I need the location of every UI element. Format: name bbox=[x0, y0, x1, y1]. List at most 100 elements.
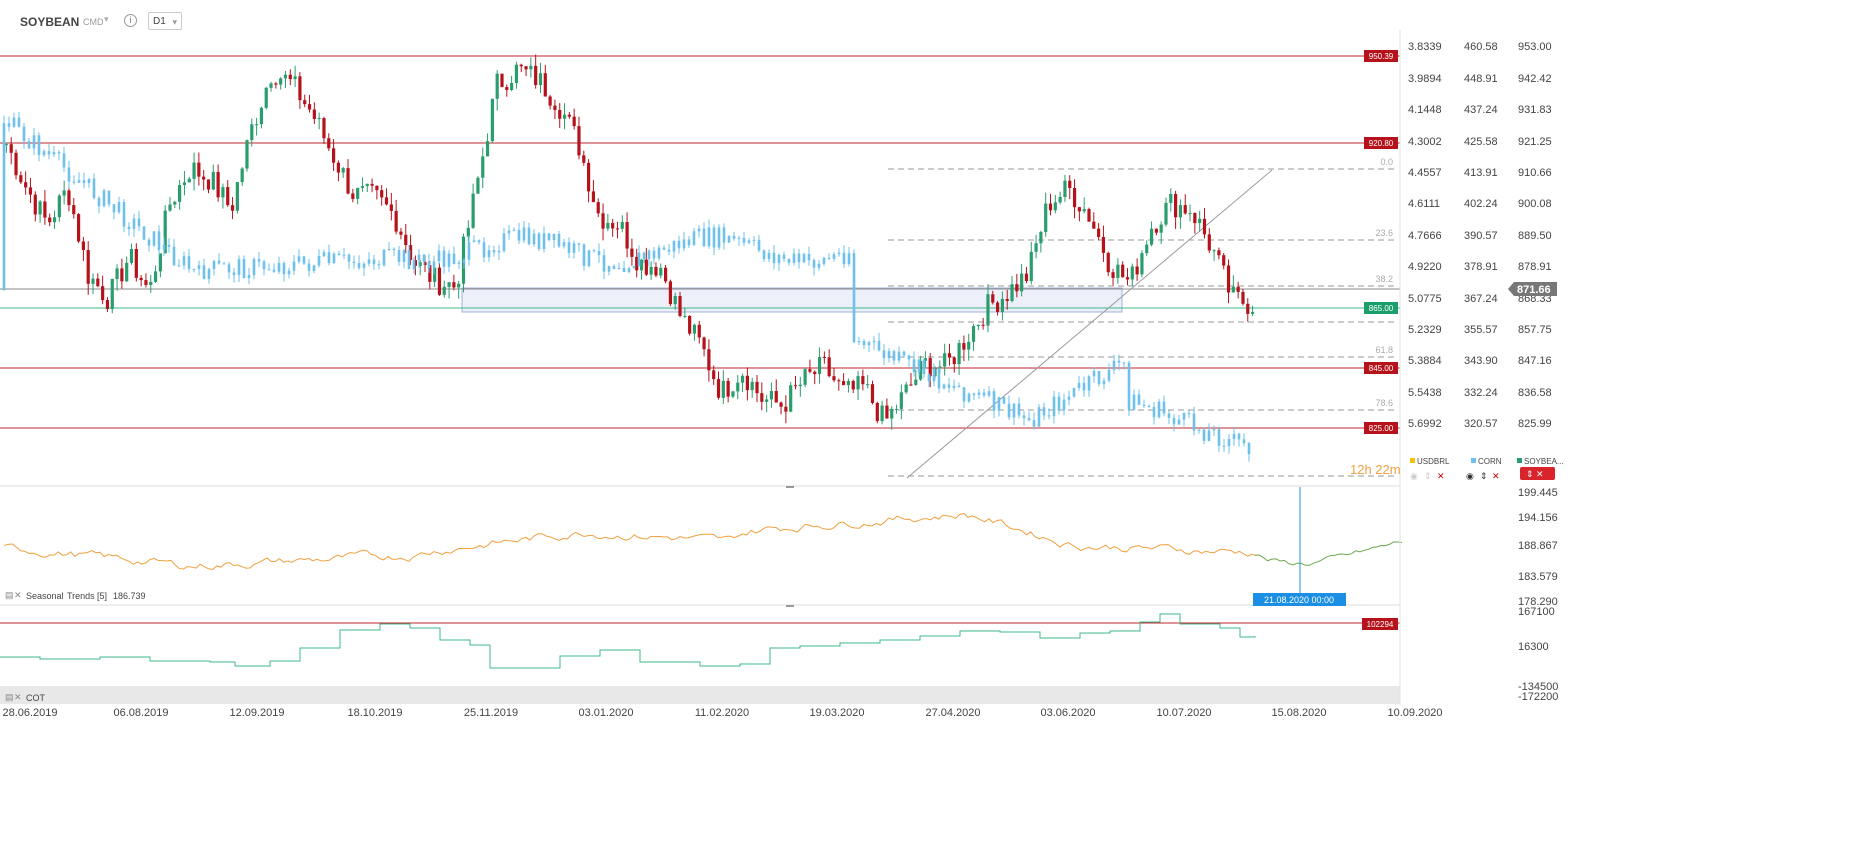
corn-candle bbox=[902, 351, 906, 356]
corn-candle bbox=[212, 260, 216, 269]
candle-body bbox=[808, 369, 812, 372]
corn-candle bbox=[352, 261, 356, 263]
candle-body bbox=[683, 315, 687, 317]
corn-candle bbox=[487, 250, 491, 258]
seasonal-axis-label: 199.445 bbox=[1518, 487, 1558, 499]
eye-icon[interactable]: ◉ bbox=[1410, 471, 1418, 481]
corn-candle bbox=[837, 252, 841, 255]
candle-body bbox=[1188, 213, 1192, 215]
candle-body bbox=[221, 187, 225, 198]
candle-body bbox=[1053, 202, 1057, 211]
candle-body bbox=[644, 259, 648, 275]
chart-canvas[interactable]: 3.8339 460.58 953.00 3.9894 448.91 942.42 4.14… bbox=[0, 0, 1866, 865]
candle-body bbox=[389, 204, 393, 211]
corn-candle bbox=[747, 240, 751, 243]
candle-body bbox=[356, 187, 360, 199]
corn-candle bbox=[787, 258, 791, 263]
corn-candle bbox=[467, 241, 471, 260]
corn-candle bbox=[652, 250, 656, 259]
candle-body bbox=[57, 195, 61, 218]
close-icon[interactable]: ✕ bbox=[14, 692, 22, 702]
corn-candle bbox=[862, 340, 866, 346]
candle-body bbox=[601, 213, 605, 229]
eye-icon[interactable]: ◉ bbox=[1466, 471, 1474, 481]
close-icon[interactable]: ✕ bbox=[1492, 471, 1500, 481]
price-axis-label-usdbrl: 4.1448 bbox=[1408, 104, 1442, 116]
crosshair-date-label: 21.08.2020 00:00 bbox=[1264, 595, 1334, 605]
candle-body bbox=[283, 74, 288, 79]
candle-body bbox=[866, 384, 870, 386]
corn-candle bbox=[452, 253, 456, 264]
corn-candle bbox=[537, 233, 541, 249]
corn-candle bbox=[532, 233, 536, 245]
candle-body bbox=[192, 162, 196, 179]
candle-body bbox=[543, 73, 547, 97]
corn-candle bbox=[127, 226, 131, 229]
candle-body bbox=[81, 241, 85, 251]
price-axis-label-corn: 413.91 bbox=[1464, 167, 1498, 179]
indicator-period: [5] bbox=[97, 591, 107, 601]
corn-candle bbox=[647, 250, 651, 260]
corn-candle bbox=[577, 243, 581, 245]
candle-body bbox=[519, 64, 523, 67]
corn-candle bbox=[947, 384, 951, 388]
candle-body bbox=[553, 105, 557, 110]
candle-body bbox=[442, 286, 446, 295]
corn-candle bbox=[72, 181, 76, 183]
candle-body bbox=[76, 214, 81, 242]
candle-body bbox=[255, 124, 259, 126]
corn-candle bbox=[772, 252, 776, 264]
corn-candle bbox=[202, 265, 206, 279]
corn-candle bbox=[527, 227, 531, 245]
corn-candle bbox=[292, 261, 296, 271]
candle-body bbox=[904, 384, 908, 393]
candle-body bbox=[173, 201, 177, 205]
reorder-icon[interactable]: ⇕ bbox=[1480, 471, 1488, 481]
x-axis-date-label: 25.11.2019 bbox=[464, 707, 518, 719]
close-icon[interactable]: ✕ bbox=[1437, 471, 1445, 481]
candle-body bbox=[890, 408, 894, 419]
corn-candle bbox=[142, 226, 146, 240]
x-axis-date-label: 27.04.2020 bbox=[925, 707, 980, 719]
x-axis-date-label: 28.06.2019 bbox=[2, 707, 57, 719]
candle-body bbox=[846, 380, 851, 386]
corn-candle bbox=[247, 275, 251, 279]
cot-legend-bar bbox=[0, 686, 1400, 704]
corn-candle bbox=[197, 265, 201, 270]
candle-body bbox=[466, 227, 470, 237]
candle-body bbox=[341, 168, 345, 173]
corn-candle bbox=[777, 254, 781, 264]
candle-body bbox=[380, 190, 384, 198]
corn-candle bbox=[972, 393, 976, 395]
corn-candle bbox=[632, 266, 636, 269]
panel-resize-handle[interactable] bbox=[786, 605, 794, 607]
price-axis-label-corn: 460.58 bbox=[1464, 41, 1498, 53]
candle-body bbox=[750, 381, 754, 391]
panel-resize-handle[interactable] bbox=[786, 486, 794, 488]
price-axis-label-usdbrl: 4.6111 bbox=[1408, 198, 1440, 210]
indicator-menu-icon[interactable]: ▤ bbox=[5, 590, 14, 600]
candle-body bbox=[360, 186, 365, 188]
close-icon[interactable]: ✕ bbox=[14, 590, 22, 600]
reorder-icon[interactable]: ⇕ bbox=[1424, 471, 1432, 481]
corn-candle bbox=[1022, 415, 1026, 419]
candle-body bbox=[765, 399, 769, 402]
corn-candle bbox=[417, 254, 421, 261]
candle-body bbox=[1010, 284, 1014, 301]
close-icon[interactable]: ⇕ ✕ bbox=[1526, 469, 1544, 479]
candle-body bbox=[971, 326, 976, 342]
indicator-menu-icon[interactable]: ▤ bbox=[5, 692, 14, 702]
x-axis-date-label: 10.09.2020 bbox=[1387, 707, 1442, 719]
candle-body bbox=[798, 384, 802, 386]
corn-candle bbox=[677, 240, 681, 249]
candle-body bbox=[394, 210, 398, 232]
corn-candle bbox=[997, 397, 1001, 411]
corn-candle bbox=[832, 254, 836, 259]
corn-candle bbox=[922, 359, 926, 375]
price-panel bbox=[0, 54, 1400, 479]
candle-body bbox=[1116, 264, 1120, 278]
candle-body bbox=[692, 324, 697, 334]
candle-body bbox=[202, 176, 206, 180]
candle-body bbox=[986, 294, 990, 326]
candle-body bbox=[582, 155, 586, 163]
